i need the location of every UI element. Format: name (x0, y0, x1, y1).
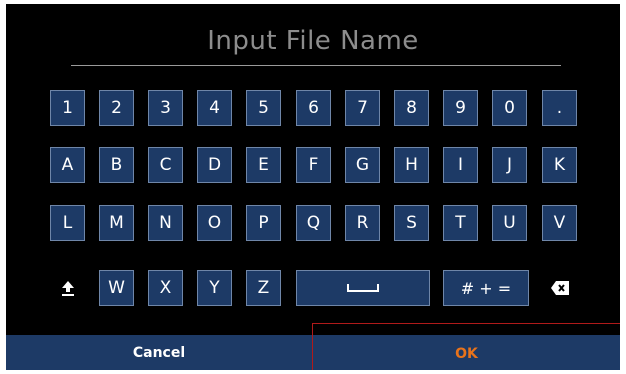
dialog-title: Input File Name (207, 26, 419, 56)
key-w[interactable]: W (99, 270, 134, 306)
key-2[interactable]: 2 (99, 90, 134, 126)
key-u[interactable]: U (492, 205, 527, 241)
shift-icon (61, 281, 74, 296)
key-r[interactable]: R (345, 205, 380, 241)
action-bar: Cancel OK (6, 323, 620, 370)
key-k[interactable]: K (542, 147, 577, 183)
key-a[interactable]: A (50, 147, 85, 183)
key-i[interactable]: I (443, 147, 478, 183)
key-8[interactable]: 8 (394, 90, 429, 126)
key-f[interactable]: F (296, 147, 331, 183)
space-bar-icon (347, 284, 379, 292)
symbols-key[interactable]: # + = (443, 270, 529, 306)
key-j[interactable]: J (492, 147, 527, 183)
key-v[interactable]: V (542, 205, 577, 241)
key-0[interactable]: 0 (492, 90, 527, 126)
space-key[interactable] (296, 270, 430, 306)
key-x[interactable]: X (148, 270, 183, 306)
key-t[interactable]: T (443, 205, 478, 241)
key-z[interactable]: Z (246, 270, 281, 306)
key-7[interactable]: 7 (345, 90, 380, 126)
key-q[interactable]: Q (296, 205, 331, 241)
key-c[interactable]: C (148, 147, 183, 183)
key-m[interactable]: M (99, 205, 134, 241)
key-l[interactable]: L (50, 205, 85, 241)
key-n[interactable]: N (148, 205, 183, 241)
shift-key[interactable] (50, 270, 85, 306)
ok-label: OK (455, 345, 478, 362)
key-p[interactable]: P (246, 205, 281, 241)
key-y[interactable]: Y (197, 270, 232, 306)
backspace-icon (550, 281, 569, 295)
cancel-button[interactable]: Cancel (6, 335, 312, 370)
key-6[interactable]: 6 (296, 90, 331, 126)
key-4[interactable]: 4 (197, 90, 232, 126)
backspace-key[interactable] (542, 270, 577, 306)
key-o[interactable]: O (197, 205, 232, 241)
key-1[interactable]: 1 (50, 90, 85, 126)
key-e[interactable]: E (246, 147, 281, 183)
key-g[interactable]: G (345, 147, 380, 183)
input-underline (71, 65, 561, 66)
file-name-dialog: Input File Name 1 2 3 4 5 6 7 8 9 0 . A … (6, 4, 620, 370)
key-h[interactable]: H (394, 147, 429, 183)
key-3[interactable]: 3 (148, 90, 183, 126)
key-s[interactable]: S (394, 205, 429, 241)
ok-button[interactable]: OK (312, 323, 620, 370)
key-5[interactable]: 5 (246, 90, 281, 126)
key-9[interactable]: 9 (443, 90, 478, 126)
key-b[interactable]: B (99, 147, 134, 183)
key-d[interactable]: D (197, 147, 232, 183)
key-period[interactable]: . (542, 90, 577, 126)
